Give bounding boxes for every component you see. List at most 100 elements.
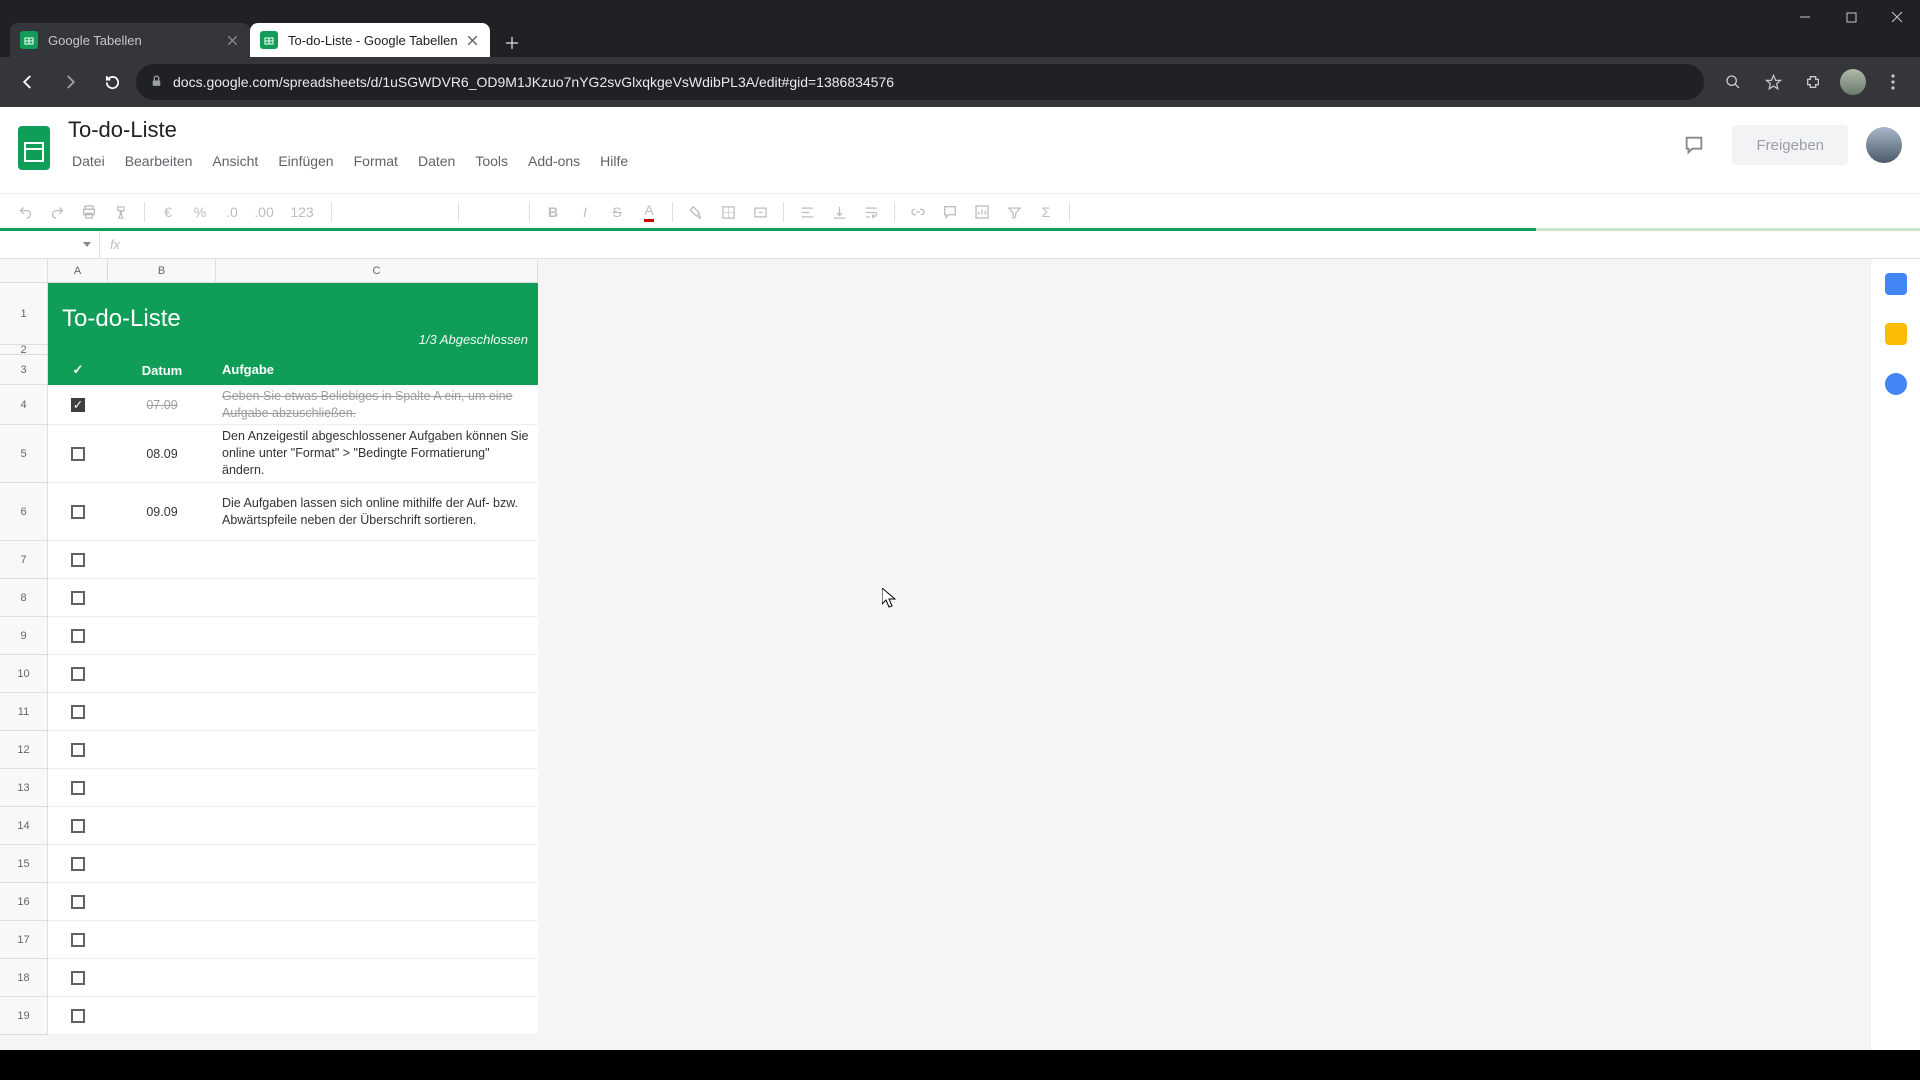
table-row[interactable]: 09.09 Die Aufgaben lassen sich online mi… — [48, 483, 538, 541]
column-header[interactable]: A — [48, 259, 108, 283]
row-header[interactable]: 7 — [0, 541, 48, 579]
cell-checkbox[interactable] — [48, 971, 108, 985]
account-avatar[interactable] — [1866, 127, 1902, 163]
menu-item[interactable]: Daten — [410, 149, 463, 173]
row-header[interactable]: 17 — [0, 921, 48, 959]
row-header[interactable]: 18 — [0, 959, 48, 997]
table-row[interactable] — [48, 807, 538, 845]
share-button[interactable]: Freigeben — [1732, 125, 1848, 165]
cell-checkbox[interactable] — [48, 705, 108, 719]
menu-item[interactable]: Tools — [467, 149, 516, 173]
strikethrough-button[interactable]: S — [602, 198, 632, 226]
minimize-button[interactable] — [1782, 0, 1828, 34]
column-header[interactable]: C — [216, 259, 538, 283]
row-header[interactable]: 14 — [0, 807, 48, 845]
cell-checkbox[interactable] — [48, 591, 108, 605]
table-row[interactable] — [48, 655, 538, 693]
profile-avatar[interactable] — [1836, 65, 1870, 99]
table-row[interactable]: ✓ 07.09 Geben Sie etwas Beliebiges in Sp… — [48, 385, 538, 425]
vertical-align-button[interactable] — [824, 198, 854, 226]
insert-chart-button[interactable] — [967, 198, 997, 226]
cell-checkbox[interactable] — [48, 447, 108, 461]
text-color-button[interactable]: A — [634, 198, 664, 226]
cell-task[interactable] — [216, 898, 538, 906]
text-wrap-button[interactable] — [856, 198, 886, 226]
font-family-select[interactable] — [340, 198, 450, 226]
browser-tab[interactable]: Google Tabellen — [10, 23, 250, 57]
cell-checkbox[interactable] — [48, 933, 108, 947]
column-header[interactable]: B — [108, 259, 216, 283]
table-row[interactable] — [48, 997, 538, 1035]
insert-link-button[interactable] — [903, 198, 933, 226]
row-header[interactable]: 10 — [0, 655, 48, 693]
table-row[interactable] — [48, 617, 538, 655]
sheet-title-block[interactable]: To-do-Liste1/3 Abgeschlossen — [48, 283, 538, 355]
row-header[interactable]: 12 — [0, 731, 48, 769]
italic-button[interactable]: I — [570, 198, 600, 226]
zoom-icon[interactable] — [1716, 65, 1750, 99]
menu-item[interactable]: Format — [346, 149, 406, 173]
close-tab-icon[interactable] — [224, 32, 240, 48]
borders-button[interactable] — [713, 198, 743, 226]
row-header[interactable]: 8 — [0, 579, 48, 617]
row-header[interactable]: 15 — [0, 845, 48, 883]
row-header[interactable]: 11 — [0, 693, 48, 731]
table-row[interactable] — [48, 883, 538, 921]
comments-button[interactable] — [1674, 125, 1714, 165]
functions-button[interactable]: Σ — [1031, 198, 1061, 226]
browser-tab[interactable]: To-do-Liste - Google Tabellen — [250, 23, 490, 57]
print-button[interactable] — [74, 198, 104, 226]
row-header[interactable]: 19 — [0, 997, 48, 1035]
cell-checkbox[interactable] — [48, 781, 108, 795]
cell-checkbox[interactable] — [48, 819, 108, 833]
table-header-row[interactable]: ✓DatumAufgabe — [48, 355, 538, 385]
cell-task[interactable] — [216, 974, 538, 982]
cell-checkbox[interactable] — [48, 505, 108, 519]
row-header[interactable]: 3 — [0, 355, 48, 385]
address-bar[interactable]: docs.google.com/spreadsheets/d/1uSGWDVR6… — [136, 64, 1704, 100]
format-percent-button[interactable]: % — [185, 198, 215, 226]
cell-checkbox[interactable] — [48, 857, 108, 871]
menu-item[interactable]: Hilfe — [592, 149, 636, 173]
close-tab-icon[interactable] — [464, 32, 480, 48]
bookmark-icon[interactable] — [1756, 65, 1790, 99]
menu-item[interactable]: Ansicht — [204, 149, 266, 173]
cell-checkbox[interactable] — [48, 743, 108, 757]
row-header[interactable]: 13 — [0, 769, 48, 807]
row-header[interactable]: 1 — [0, 283, 48, 345]
table-row[interactable] — [48, 579, 538, 617]
cell-checkbox[interactable] — [48, 667, 108, 681]
document-title[interactable]: To-do-Liste — [64, 115, 636, 145]
menu-item[interactable]: Bearbeiten — [117, 149, 201, 173]
redo-button[interactable] — [42, 198, 72, 226]
format-currency-button[interactable]: € — [153, 198, 183, 226]
cell-date[interactable]: 08.09 — [108, 447, 216, 461]
merge-cells-button[interactable] — [745, 198, 775, 226]
row-header[interactable]: 5 — [0, 425, 48, 483]
select-all-cells[interactable] — [0, 259, 48, 283]
reload-button[interactable] — [94, 64, 130, 100]
cell-task[interactable] — [216, 746, 538, 754]
fill-color-button[interactable] — [681, 198, 711, 226]
cell-checkbox[interactable] — [48, 1009, 108, 1023]
cell-task[interactable]: Die Aufgaben lassen sich online mithilfe… — [216, 491, 538, 533]
paint-format-button[interactable] — [106, 198, 136, 226]
formula-input[interactable] — [130, 231, 1920, 258]
increase-decimal-button[interactable]: .00 — [249, 198, 279, 226]
table-row[interactable] — [48, 959, 538, 997]
name-box[interactable] — [0, 231, 100, 258]
forward-button[interactable] — [52, 64, 88, 100]
new-tab-button[interactable] — [498, 29, 526, 57]
cell-task[interactable] — [216, 784, 538, 792]
cell-task[interactable] — [216, 860, 538, 868]
cell-checkbox[interactable] — [48, 895, 108, 909]
cell-task[interactable] — [216, 936, 538, 944]
tasks-icon[interactable] — [1885, 373, 1907, 395]
font-size-select[interactable] — [467, 198, 521, 226]
cell-task[interactable] — [216, 1012, 538, 1020]
bold-button[interactable]: B — [538, 198, 568, 226]
number-format-menu[interactable]: 123 — [281, 198, 323, 226]
cell-task[interactable] — [216, 708, 538, 716]
row-header[interactable]: 9 — [0, 617, 48, 655]
cell-task[interactable] — [216, 670, 538, 678]
